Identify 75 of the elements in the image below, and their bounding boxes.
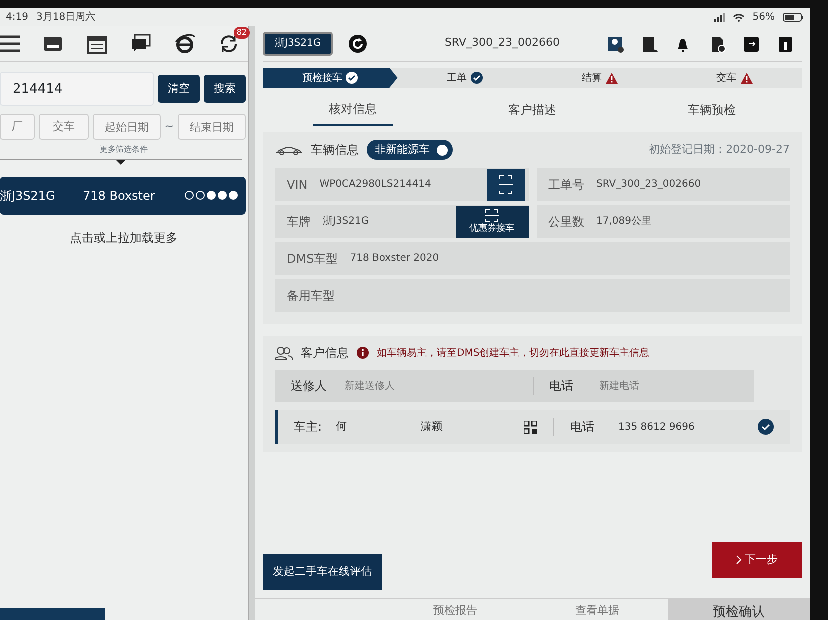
scan-button[interactable] xyxy=(486,168,524,200)
wifi-icon xyxy=(732,12,745,22)
warning-text: 如车辆易主，请至DMS创建车主，切勿在此直接更新车主信息 xyxy=(377,346,650,360)
battery-percent: 56% xyxy=(752,10,775,24)
field-label: 电话 xyxy=(570,419,594,436)
field-label: DMS车型 xyxy=(287,250,338,268)
scan-icon xyxy=(485,208,499,223)
evaluate-button[interactable]: 发起二手车在线评估 xyxy=(263,554,382,590)
caret-icon xyxy=(116,160,126,165)
notification-badge: 82 xyxy=(234,26,250,38)
field-value: 17,089公里 xyxy=(596,215,652,229)
owner-surname: 何 xyxy=(336,418,348,435)
search-button[interactable]: 搜索 xyxy=(204,75,246,103)
people-icon xyxy=(275,346,293,360)
bottom-tab[interactable]: 预检确认 xyxy=(668,599,810,620)
checkmark-icon[interactable] xyxy=(758,419,774,435)
logout-icon[interactable] xyxy=(742,34,760,52)
section-title: 客户信息 xyxy=(301,345,349,362)
tab[interactable]: 核对信息 xyxy=(312,94,393,126)
filter-chip[interactable]: 交车 xyxy=(38,114,89,140)
step-tab[interactable]: 结算 xyxy=(532,68,668,88)
chevron-icon xyxy=(736,554,742,565)
step-tab[interactable]: 预检接车 xyxy=(263,68,398,88)
name-field[interactable]: 新建送修人 xyxy=(343,378,472,394)
tab[interactable]: 客户描述 xyxy=(492,94,572,126)
field-value: 718 Boxster 2020 xyxy=(350,252,440,266)
field-label: 电话 xyxy=(550,378,574,395)
load-more-link[interactable]: 点击或上拉加载更多 xyxy=(0,229,248,247)
phone-number: 135 8612 9696 xyxy=(618,420,695,434)
bottom-tab[interactable]: 查看单据 xyxy=(526,599,668,620)
step-tab[interactable]: 工单 xyxy=(398,68,532,88)
field-label: 送修人 xyxy=(291,378,327,395)
coupon-button[interactable]: 优惠券接车 xyxy=(456,206,528,238)
filter-chip[interactable]: 厂 xyxy=(0,114,35,140)
field-label: 车主: xyxy=(294,419,322,436)
order-number: SRV_300_23_002660 xyxy=(444,35,560,52)
field-value: SRV_300_23_002660 xyxy=(596,178,702,192)
date-field[interactable]: 结束日期 xyxy=(178,114,246,140)
status-time: 4:19 xyxy=(6,10,28,24)
owner-given-name: 潇颖 xyxy=(421,418,444,435)
search-field[interactable]: 214414 xyxy=(0,72,154,106)
field-label: 公里数 xyxy=(548,214,584,230)
field-value: WP0CA2980LS214414 xyxy=(320,178,432,192)
plate-badge[interactable]: 浙J3S21G xyxy=(263,32,334,56)
refresh-icon[interactable] xyxy=(349,34,368,52)
registration-date: 初始登记日期：2020-09-27 xyxy=(649,142,790,158)
plate-number: 浙J3S21G xyxy=(0,188,56,205)
field-label: 工单号 xyxy=(548,176,584,194)
step-tab[interactable]: 交车 xyxy=(667,68,802,88)
car-model: 718 Boxster xyxy=(83,188,156,205)
battery-icon xyxy=(783,12,804,22)
next-button[interactable]: 下一步 xyxy=(712,542,802,578)
menu-icon[interactable] xyxy=(0,34,20,54)
trash-icon[interactable] xyxy=(776,34,794,52)
result-card[interactable]: 浙J3S21G 718 Boxster xyxy=(0,177,246,215)
field-label: 车牌 xyxy=(287,214,311,230)
qr-code-icon[interactable] xyxy=(524,420,538,434)
signal-icon xyxy=(714,12,725,22)
field-value: 浙J3S21G xyxy=(323,214,370,229)
field-label: VIN xyxy=(287,176,308,194)
user-settings-icon[interactable] xyxy=(606,34,624,52)
field-label: 备用车型 xyxy=(287,288,335,304)
energy-toggle[interactable]: 非新能源车 xyxy=(367,140,453,160)
info-icon xyxy=(357,347,369,359)
section-title: 车辆信息 xyxy=(311,142,359,159)
clear-button[interactable]: 清空 xyxy=(158,75,200,103)
range-separator: ~ xyxy=(164,118,174,135)
bottom-tab[interactable]: 预检报告 xyxy=(384,599,526,620)
status-date: 3月18日周六 xyxy=(36,10,96,24)
chat-icon[interactable] xyxy=(130,32,152,54)
date-field[interactable]: 起始日期 xyxy=(92,114,161,140)
phone-field[interactable]: 新建电话 xyxy=(598,378,727,394)
more-filters-link[interactable]: 更多筛选条件 xyxy=(0,144,248,156)
tab[interactable]: 车辆预检 xyxy=(672,94,752,126)
scrollbar[interactable] xyxy=(248,26,255,620)
